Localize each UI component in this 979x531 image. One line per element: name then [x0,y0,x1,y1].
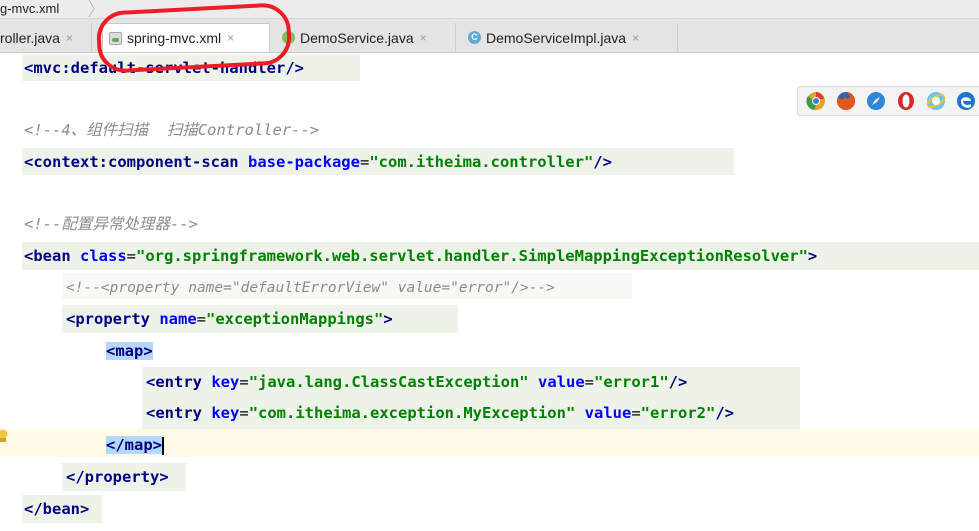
code-editor[interactable]: <mvc:default-servlet-handler/> <!--4、组件扫… [0,53,979,531]
java-class-icon: C [468,31,481,44]
tab-spring-mvc-xml[interactable]: spring-mvc.xml × [102,23,270,52]
code-line-1[interactable]: <mvc:default-servlet-handler/> [24,55,304,81]
chrome-icon[interactable] [806,91,826,111]
xml-file-icon [109,31,122,45]
tab-label: roller.java [0,29,60,46]
tab-demoservice-java[interactable]: I DemoService.java × [276,23,456,52]
code-line-entry-1[interactable]: <entry key="java.lang.ClassCastException… [146,369,687,395]
breadcrumb-separator-icon [88,0,95,17]
browser-preview-bar [797,86,979,116]
code-line-entry-2[interactable]: <entry key="com.itheima.exception.MyExce… [146,400,734,426]
editor-tab-bar: roller.java × spring-mvc.xml × I DemoSer… [0,19,979,53]
close-icon[interactable]: × [420,31,427,45]
tab-demoserviceimpl-java[interactable]: C DemoServiceImpl.java × [462,23,678,52]
breadcrumb-file[interactable]: g-mvc.xml [0,1,59,16]
text-caret [162,436,165,455]
close-icon[interactable]: × [227,31,234,45]
editor-gutter [0,53,14,531]
tab-controller-java[interactable]: roller.java × [0,23,92,52]
firefox-icon[interactable] [836,91,856,111]
breadcrumb: g-mvc.xml [0,0,979,19]
code-line-property-close[interactable]: </property> [66,464,169,490]
code-line-bean-close[interactable]: </bean> [24,496,89,522]
internet-explorer-icon[interactable] [926,91,946,111]
java-interface-icon: I [282,31,295,44]
opera-icon[interactable] [896,91,916,111]
edge-icon[interactable] [956,91,976,111]
code-line-comment-property[interactable]: <!--<property name="defaultErrorView" va… [66,275,555,301]
lightbulb-icon[interactable] [0,429,10,443]
close-icon[interactable]: × [66,31,73,45]
tab-label: spring-mvc.xml [127,30,222,46]
tab-label: DemoServiceImpl.java [486,29,627,46]
code-line-map-close[interactable]: </map> [106,432,165,458]
code-line-comment-exception[interactable]: <!--配置异常处理器--> [24,211,198,237]
code-line-map-open[interactable]: <map> [106,338,153,364]
safari-icon[interactable] [866,91,886,111]
code-line-property[interactable]: <property name="exceptionMappings"> [66,306,393,332]
code-line-bean[interactable]: <bean class="org.springframework.web.ser… [24,243,817,269]
close-icon[interactable]: × [632,31,639,45]
code-line-comment-scan[interactable]: <!--4、组件扫描 扫描Controller--> [24,117,319,143]
code-line-component-scan[interactable]: <context:component-scan base-package="co… [24,149,612,175]
tab-label: DemoService.java [300,29,414,46]
